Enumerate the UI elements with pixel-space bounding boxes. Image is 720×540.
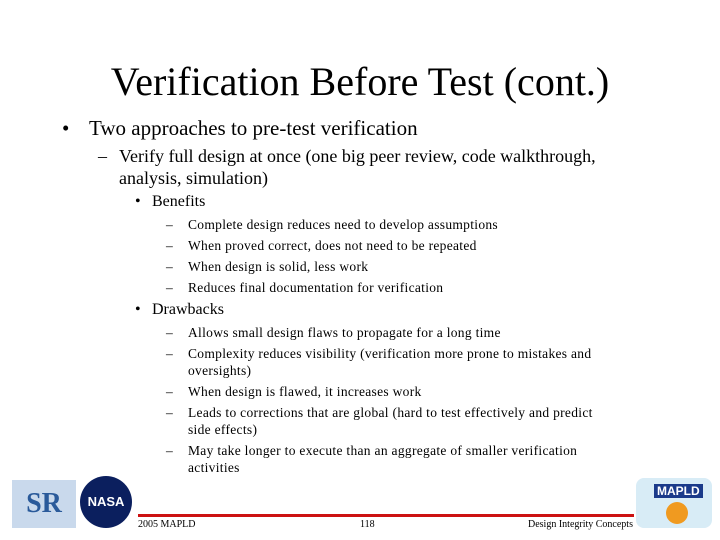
- drawback-item: Allows small design flaws to propagate f…: [188, 325, 501, 340]
- benefit-item: When proved correct, does not need to be…: [188, 238, 477, 253]
- dash-icon: –: [166, 280, 174, 295]
- benefits-heading: Benefits: [152, 193, 206, 210]
- sub-verify-full-cont: analysis, simulation): [119, 168, 268, 188]
- dash-icon: –: [166, 443, 174, 458]
- dash-icon: –: [166, 346, 174, 361]
- slide-title: Verification Before Test (cont.): [110, 59, 610, 104]
- bullet-icon: •: [135, 301, 141, 318]
- drawback-item: side effects): [188, 422, 258, 437]
- mapld-logo: MAPLD: [636, 478, 712, 528]
- dash-icon: –: [166, 238, 174, 253]
- dash-icon: –: [166, 384, 174, 399]
- benefit-item: When design is solid, less work: [188, 259, 369, 274]
- drawback-item: When design is flawed, it increases work: [188, 384, 422, 399]
- srr-logo: SR: [12, 480, 76, 528]
- drawback-item: activities: [188, 460, 240, 475]
- footer-right: Design Integrity Concepts: [528, 519, 633, 530]
- slide-number: 118: [360, 519, 375, 530]
- bullet-icon: •: [62, 116, 70, 140]
- bullet-approaches: Two approaches to pre-test verification: [89, 116, 418, 140]
- drawback-item: oversights): [188, 363, 252, 378]
- footer-rule: [138, 514, 634, 517]
- footer-left: 2005 MAPLD: [138, 519, 196, 530]
- drawback-item: Leads to corrections that are global (ha…: [188, 405, 593, 420]
- dash-icon: –: [98, 146, 107, 166]
- dash-icon: –: [166, 405, 174, 420]
- drawback-item: May take longer to execute than an aggre…: [188, 443, 578, 458]
- dash-icon: –: [166, 259, 174, 274]
- benefit-item: Complete design reduces need to develop …: [188, 217, 498, 232]
- dash-icon: –: [166, 325, 174, 340]
- bullet-icon: •: [135, 193, 141, 210]
- dash-icon: –: [166, 217, 174, 232]
- drawbacks-heading: Drawbacks: [152, 301, 224, 318]
- drawback-item: Complexity reduces visibility (verificat…: [188, 346, 592, 361]
- nasa-logo: NASA: [80, 476, 132, 528]
- benefit-item: Reduces final documentation for verifica…: [188, 280, 444, 295]
- sub-verify-full: Verify full design at once (one big peer…: [119, 146, 596, 166]
